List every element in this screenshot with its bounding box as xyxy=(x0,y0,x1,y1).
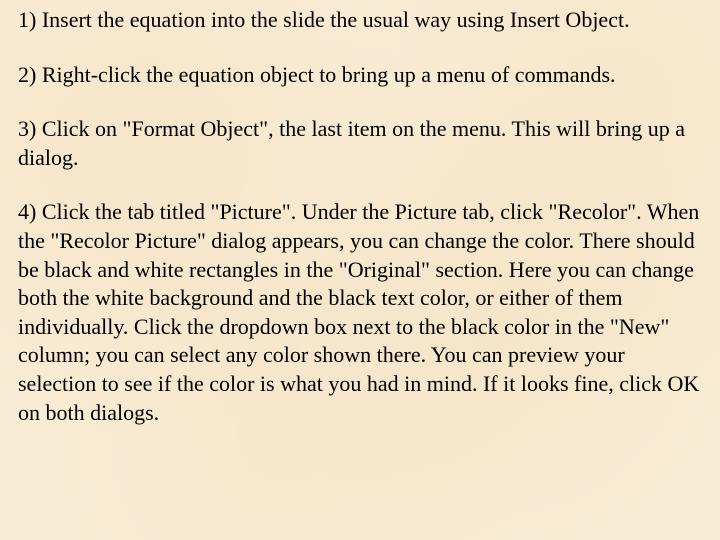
step-1: 1) Insert the equation into the slide th… xyxy=(18,6,702,35)
step-number: 4) xyxy=(18,199,36,224)
step-text: Right-click the equation object to bring… xyxy=(42,62,616,87)
instruction-list: 1) Insert the equation into the slide th… xyxy=(0,0,720,427)
step-3: 3) Click on "Format Object", the last it… xyxy=(18,115,702,172)
step-number: 3) xyxy=(18,116,36,141)
step-text: Click the tab titled "Picture". Under th… xyxy=(18,199,699,424)
step-2: 2) Right-click the equation object to br… xyxy=(18,61,702,90)
step-text: Click on "Format Object", the last item … xyxy=(18,116,685,170)
step-text: Insert the equation into the slide the u… xyxy=(42,7,630,32)
step-4: 4) Click the tab titled "Picture". Under… xyxy=(18,198,702,427)
step-number: 2) xyxy=(18,62,36,87)
step-number: 1) xyxy=(18,7,36,32)
